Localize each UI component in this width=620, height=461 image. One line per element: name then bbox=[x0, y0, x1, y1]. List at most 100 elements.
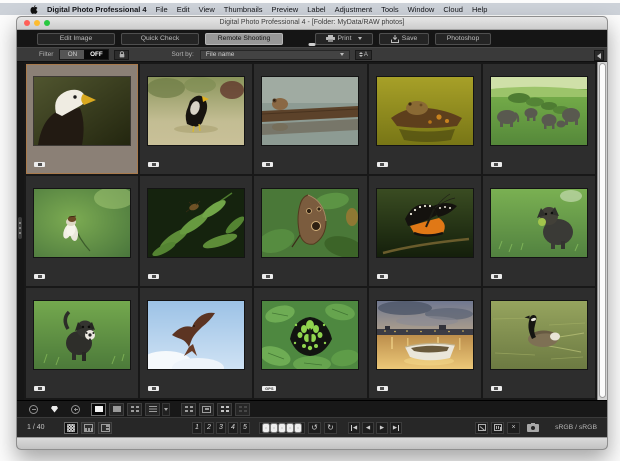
thumbnail-size-decrease-button[interactable] bbox=[29, 405, 38, 414]
photo-white-flower bbox=[34, 189, 130, 257]
thumbnail-brown-butterfly[interactable] bbox=[254, 176, 366, 286]
compare-layout-button[interactable] bbox=[235, 403, 250, 416]
right-panel-collapse-button[interactable] bbox=[594, 50, 604, 61]
thumbnail-green-spotted-butterfly[interactable]: GPS bbox=[254, 288, 366, 398]
window-footer bbox=[17, 437, 607, 449]
thumbnail-steller-sea-eagle[interactable] bbox=[140, 64, 252, 174]
first-image-button[interactable]: ◀ bbox=[348, 422, 360, 434]
thumbnail-red-kite[interactable] bbox=[140, 288, 252, 398]
raw-badge bbox=[491, 162, 502, 167]
menu-file[interactable]: File bbox=[156, 5, 168, 14]
view-small-thumbnail-button[interactable] bbox=[127, 403, 142, 416]
window-title-bar[interactable]: Digital Photo Professional 4 - [Folder: … bbox=[17, 17, 607, 30]
remote-shooting-button[interactable]: Remote Shooting bbox=[205, 33, 283, 45]
vertical-scrollbar[interactable] bbox=[597, 62, 607, 400]
menu-preview[interactable]: Preview bbox=[272, 5, 299, 14]
thumbnail-fern[interactable] bbox=[140, 176, 252, 286]
menu-edit[interactable]: Edit bbox=[177, 5, 190, 14]
thumbnail-with-info-button[interactable] bbox=[181, 403, 196, 416]
rating-3-button[interactable] bbox=[278, 423, 286, 433]
rating-dot-icon bbox=[289, 427, 291, 429]
filter-lock-button[interactable] bbox=[114, 50, 129, 60]
edit-image-button[interactable]: Edit Image bbox=[37, 33, 115, 45]
last-image-icon: ▶ bbox=[393, 425, 397, 431]
sort-dropdown-arrow bbox=[340, 53, 344, 56]
thumbnail-grid: GPS bbox=[24, 62, 597, 400]
thumbnail-size-increase-button[interactable] bbox=[71, 405, 80, 414]
check-mark-4-button[interactable]: 4 bbox=[228, 422, 238, 434]
right-tool-buttons: × sRGB / sRGB bbox=[472, 422, 597, 434]
thumbnail-boat-at-dusk[interactable] bbox=[369, 288, 481, 398]
left-panel-splitter[interactable] bbox=[17, 62, 24, 400]
filter-on-button[interactable]: ON bbox=[60, 50, 84, 59]
thumbnail-toad-on-log[interactable] bbox=[369, 64, 481, 174]
rating-1-button[interactable] bbox=[262, 423, 270, 433]
save-button[interactable]: Save bbox=[379, 33, 429, 45]
check-mark-1-button[interactable]: 1 bbox=[192, 422, 202, 434]
menu-label[interactable]: Label bbox=[307, 5, 325, 14]
thumbnail-black-puppy[interactable] bbox=[26, 288, 138, 398]
photoshop-button[interactable]: Photoshop bbox=[435, 33, 491, 45]
close-x-icon: × bbox=[512, 424, 516, 431]
photo-elephants bbox=[491, 77, 587, 145]
rating-5-button[interactable] bbox=[294, 423, 302, 433]
next-image-button[interactable]: ▶ bbox=[376, 422, 388, 434]
check-mark-5-button[interactable]: 5 bbox=[240, 422, 250, 434]
layout-grid-button[interactable] bbox=[64, 422, 78, 434]
menu-adjustment[interactable]: Adjustment bbox=[335, 5, 373, 14]
menu-window[interactable]: Window bbox=[408, 5, 435, 14]
quick-check-button[interactable]: Quick Check bbox=[121, 33, 199, 45]
photo-boat-at-dusk bbox=[377, 301, 473, 369]
filter-off-button[interactable]: OFF bbox=[84, 50, 108, 59]
navigation-buttons: ◀ ◀ ▶ ▶ bbox=[346, 422, 402, 434]
thumbnail-size-slider[interactable] bbox=[51, 406, 58, 413]
menu-help[interactable]: Help bbox=[472, 5, 487, 14]
preview-pane-button[interactable] bbox=[199, 403, 214, 416]
camera-button[interactable] bbox=[525, 422, 541, 434]
layout-vertical-split-button[interactable] bbox=[98, 422, 112, 434]
raw-badge bbox=[491, 386, 502, 391]
rotate-left-button[interactable]: ↺ bbox=[308, 422, 321, 434]
app-menu[interactable]: Digital Photo Professional 4 bbox=[47, 5, 147, 14]
check-mark-2-button[interactable]: 2 bbox=[204, 422, 214, 434]
view-list-button[interactable] bbox=[145, 403, 160, 416]
sort-order-button[interactable]: A bbox=[355, 50, 372, 60]
rotate-right-button[interactable]: ↻ bbox=[324, 422, 337, 434]
thumbnail-bald-eagle[interactable] bbox=[26, 64, 138, 174]
view-medium-thumbnail-button[interactable] bbox=[109, 403, 124, 416]
edit-tool-button[interactable] bbox=[475, 422, 488, 434]
view-large-thumbnail-button[interactable] bbox=[91, 403, 106, 416]
list-view-icon bbox=[149, 406, 157, 412]
rating-4-button[interactable] bbox=[286, 423, 294, 433]
menu-cloud[interactable]: Cloud bbox=[443, 5, 463, 14]
thumbnail-grey-puppy[interactable] bbox=[483, 176, 595, 286]
scrollbar-thumb[interactable] bbox=[599, 63, 606, 398]
thumbnail-frog-on-log[interactable] bbox=[254, 64, 366, 174]
rating-2-button[interactable] bbox=[270, 423, 278, 433]
toolbar-collapse-handle[interactable] bbox=[309, 43, 316, 46]
selection-counter: 1 / 40 bbox=[27, 424, 61, 431]
sort-dropdown[interactable]: File name bbox=[200, 50, 350, 60]
menu-thumbnails[interactable]: Thumbnails bbox=[224, 5, 263, 14]
thumbnail-orange-butterfly[interactable] bbox=[369, 176, 481, 286]
check-mark-3-button[interactable]: 3 bbox=[216, 422, 226, 434]
tone-curve-tool-button[interactable] bbox=[491, 422, 504, 434]
photo-steller-sea-eagle bbox=[148, 77, 244, 145]
last-image-button[interactable]: ▶ bbox=[390, 422, 402, 434]
photo-brown-butterfly bbox=[262, 189, 358, 257]
layout-horizontal-split-button[interactable] bbox=[81, 422, 95, 434]
menu-view[interactable]: View bbox=[199, 5, 215, 14]
print-dropdown-arrow[interactable] bbox=[358, 37, 362, 40]
thumbnail-white-flower[interactable] bbox=[26, 176, 138, 286]
print-button[interactable]: Print bbox=[315, 33, 373, 45]
multi-layout-button[interactable] bbox=[217, 403, 232, 416]
thumbnail-canada-goose[interactable] bbox=[483, 288, 595, 398]
view-options-dropdown[interactable] bbox=[162, 403, 170, 416]
thumbnail-elephants[interactable] bbox=[483, 64, 595, 174]
raw-badge bbox=[377, 162, 388, 167]
previous-image-button[interactable]: ◀ bbox=[362, 422, 374, 434]
menu-tools[interactable]: Tools bbox=[381, 5, 399, 14]
apple-menu-icon[interactable] bbox=[30, 5, 38, 14]
status-bar: 1 / 40 1 2 3 4 5 ↺ ↻ ◀ ◀ bbox=[17, 417, 607, 437]
delete-tool-button[interactable]: × bbox=[507, 422, 520, 434]
